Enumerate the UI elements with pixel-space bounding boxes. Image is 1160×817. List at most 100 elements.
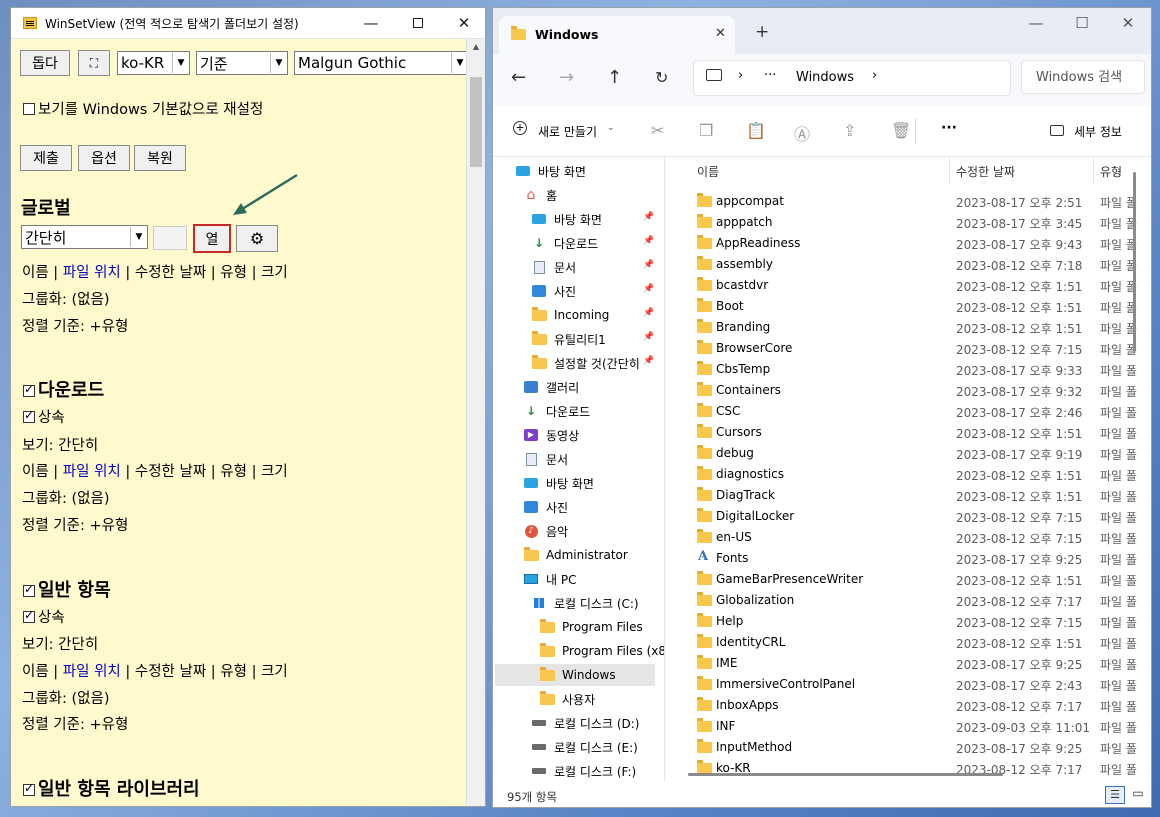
col-modified[interactable]: 수정한 날짜 (135, 464, 206, 480)
section-heading[interactable]: 일반 항목 라이브러리 (23, 775, 200, 801)
file-row[interactable]: CSC 2023-08-17 오후 2:46 파일 폴 (668, 401, 1138, 422)
col-size[interactable]: 크기 (261, 464, 288, 480)
delete-icon[interactable]: 🗑 (891, 121, 911, 140)
nav-item[interactable]: ⌂ 홈 (523, 184, 558, 206)
file-row[interactable]: appcompat 2023-08-17 오후 2:51 파일 폴 (668, 191, 1138, 212)
col-location-link[interactable]: 파일 위치 (63, 265, 121, 281)
inherit-row[interactable]: 상속 (23, 406, 65, 427)
back-button[interactable]: ← (511, 67, 526, 88)
file-row[interactable]: en-US 2023-08-12 오후 7:15 파일 폴 (668, 527, 1138, 548)
nav-item[interactable]: 바탕 화면 (515, 160, 586, 182)
close-button[interactable]: ✕ (441, 8, 485, 38)
nav-item[interactable]: 로컬 디스크 (D:) (531, 712, 639, 734)
help-button[interactable]: 돕다 (20, 50, 70, 76)
nav-item[interactable]: 문서 (523, 448, 568, 470)
font-select[interactable]: Malgun Gothic ▼ (294, 51, 467, 75)
nav-item[interactable]: 로컬 디스크 (E:) (531, 736, 638, 758)
new-tab-button[interactable]: + (755, 22, 769, 42)
section-heading[interactable]: 일반 항목 (23, 576, 111, 602)
file-row[interactable]: InputMethod 2023-08-17 오후 9:25 파일 폴 (668, 737, 1138, 758)
submit-button[interactable]: 제출 (20, 145, 72, 171)
nav-item[interactable]: Program Files (539, 616, 643, 638)
col-name[interactable]: 이름 (22, 265, 49, 281)
reset-checkbox[interactable] (23, 103, 35, 115)
vertical-scrollbar[interactable] (1133, 172, 1136, 352)
section-sort-by[interactable]: 정렬 기준: +유형 (22, 514, 128, 535)
file-row[interactable]: Help 2023-08-12 오후 7:15 파일 폴 (668, 611, 1138, 632)
file-row[interactable]: GameBarPresenceWriter 2023-08-12 오후 1:51 파… (668, 569, 1138, 590)
file-row[interactable]: DiagTrack 2023-08-12 오후 1:51 파일 폴 (668, 485, 1138, 506)
maximize-button[interactable] (395, 8, 441, 38)
horizontal-scrollbar[interactable] (688, 773, 1003, 776)
col-name[interactable]: 이름 (22, 664, 49, 680)
nav-item[interactable]: 문서 (531, 256, 576, 278)
col-type[interactable]: 유형 (220, 464, 247, 480)
col-size[interactable]: 크기 (261, 664, 288, 680)
nav-item[interactable]: ↓ 다운로드 (523, 400, 590, 422)
nav-item[interactable]: 로컬 디스크 (C:) (531, 592, 639, 614)
column-header-type[interactable]: 유형 (1100, 156, 1122, 186)
settings-gear-button[interactable]: ⚙ (236, 225, 278, 252)
section-group-by[interactable]: 그룹화: (없음) (22, 687, 110, 708)
copy-icon[interactable]: ❐ (699, 121, 713, 140)
column-header-name[interactable]: 이름 (697, 156, 719, 186)
refresh-button[interactable]: ↻ (655, 68, 668, 87)
global-view-select[interactable]: 간단히 ▼ (21, 225, 148, 249)
more-options-button[interactable]: ··· (941, 120, 957, 136)
col-size[interactable]: 크기 (261, 265, 288, 281)
scroll-up-icon[interactable]: ▲ (467, 39, 485, 55)
search-input[interactable]: Windows 검색 (1021, 60, 1145, 94)
section-view[interactable]: 보기: 간단히 (22, 434, 98, 455)
language-select[interactable]: ko-KR ▼ (117, 51, 190, 75)
open-button[interactable]: 열 (193, 224, 231, 253)
global-sort-by[interactable]: 정렬 기준: +유형 (22, 315, 128, 336)
global-group-by[interactable]: 그룹화: (없음) (22, 288, 110, 309)
nav-item[interactable]: 사진 (531, 280, 576, 302)
new-button[interactable]: 새로 만들기 (538, 123, 597, 140)
details-view-icon[interactable]: ☰ (1105, 786, 1125, 804)
up-button[interactable]: ↑ (607, 67, 622, 88)
details-button[interactable]: 세부 정보 (1074, 123, 1122, 140)
restore-button[interactable]: 복원 (134, 145, 186, 171)
nav-item[interactable]: ↓ 다운로드 (531, 232, 598, 254)
file-row[interactable]: Cursors 2023-08-12 오후 1:51 파일 폴 (668, 422, 1138, 443)
file-row[interactable]: BrowserCore 2023-08-12 오후 7:15 파일 폴 (668, 338, 1138, 359)
nav-item[interactable]: 바탕 화면 (523, 472, 594, 494)
file-row[interactable]: apppatch 2023-08-17 오후 3:45 파일 폴 (668, 212, 1138, 233)
inherit-checkbox[interactable] (23, 408, 35, 423)
file-row[interactable]: INF 2023-09-03 오후 11:01 파일 폴 (668, 716, 1138, 737)
share-icon[interactable]: ⇪ (843, 121, 856, 140)
nav-item[interactable]: 로컬 디스크 (F:) (531, 760, 636, 782)
nav-item[interactable]: 사용자 (539, 688, 595, 710)
file-row[interactable]: CbsTemp 2023-08-17 오후 9:33 파일 폴 (668, 359, 1138, 380)
section-sort-by[interactable]: 정렬 기준: +유형 (22, 713, 128, 734)
inherit-row[interactable]: 상속 (23, 606, 65, 627)
section-view[interactable]: 보기: 간단히 (22, 633, 98, 654)
cut-icon[interactable]: ✂ (651, 121, 664, 140)
close-tab-icon[interactable]: ✕ (715, 26, 726, 41)
inherit-checkbox[interactable] (23, 608, 35, 623)
file-row[interactable]: InboxApps 2023-08-12 오후 7:17 파일 폴 (668, 695, 1138, 716)
section-heading[interactable]: 다운로드 (23, 376, 104, 402)
nav-item[interactable]: 설정할 것(간단히 (531, 352, 640, 374)
file-row[interactable]: debug 2023-08-17 오후 9:19 파일 폴 (668, 443, 1138, 464)
tab-windows[interactable]: Windows ✕ (499, 16, 735, 54)
expand-button[interactable]: ⛶ (78, 50, 110, 76)
file-row[interactable]: ImmersiveControlPanel 2023-08-17 오후 2:43 파… (668, 674, 1138, 695)
breadcrumb-more[interactable]: ··· (764, 68, 776, 83)
minimize-button[interactable]: — (1013, 14, 1059, 32)
nav-item[interactable]: 유틸리티1 (531, 328, 606, 350)
global-value-box[interactable] (153, 226, 187, 250)
file-row[interactable]: diagnostics 2023-08-12 오후 1:51 파일 폴 (668, 464, 1138, 485)
address-bar[interactable]: › ··· Windows › (693, 60, 1011, 96)
section-group-by[interactable]: 그룹화: (없음) (22, 487, 110, 508)
nav-item[interactable]: 사진 (523, 496, 568, 518)
base-select[interactable]: 기준 ▼ (196, 51, 288, 75)
file-row[interactable]: AppReadiness 2023-08-17 오후 9:43 파일 폴 (668, 233, 1138, 254)
nav-item[interactable]: 바탕 화면 (531, 208, 602, 230)
breadcrumb-current[interactable]: Windows (796, 70, 854, 85)
nav-item[interactable]: Program Files (x8 (539, 640, 664, 662)
file-row[interactable]: Branding 2023-08-12 오후 1:51 파일 폴 (668, 317, 1138, 338)
col-name[interactable]: 이름 (22, 464, 49, 480)
section-checkbox[interactable] (23, 582, 35, 597)
